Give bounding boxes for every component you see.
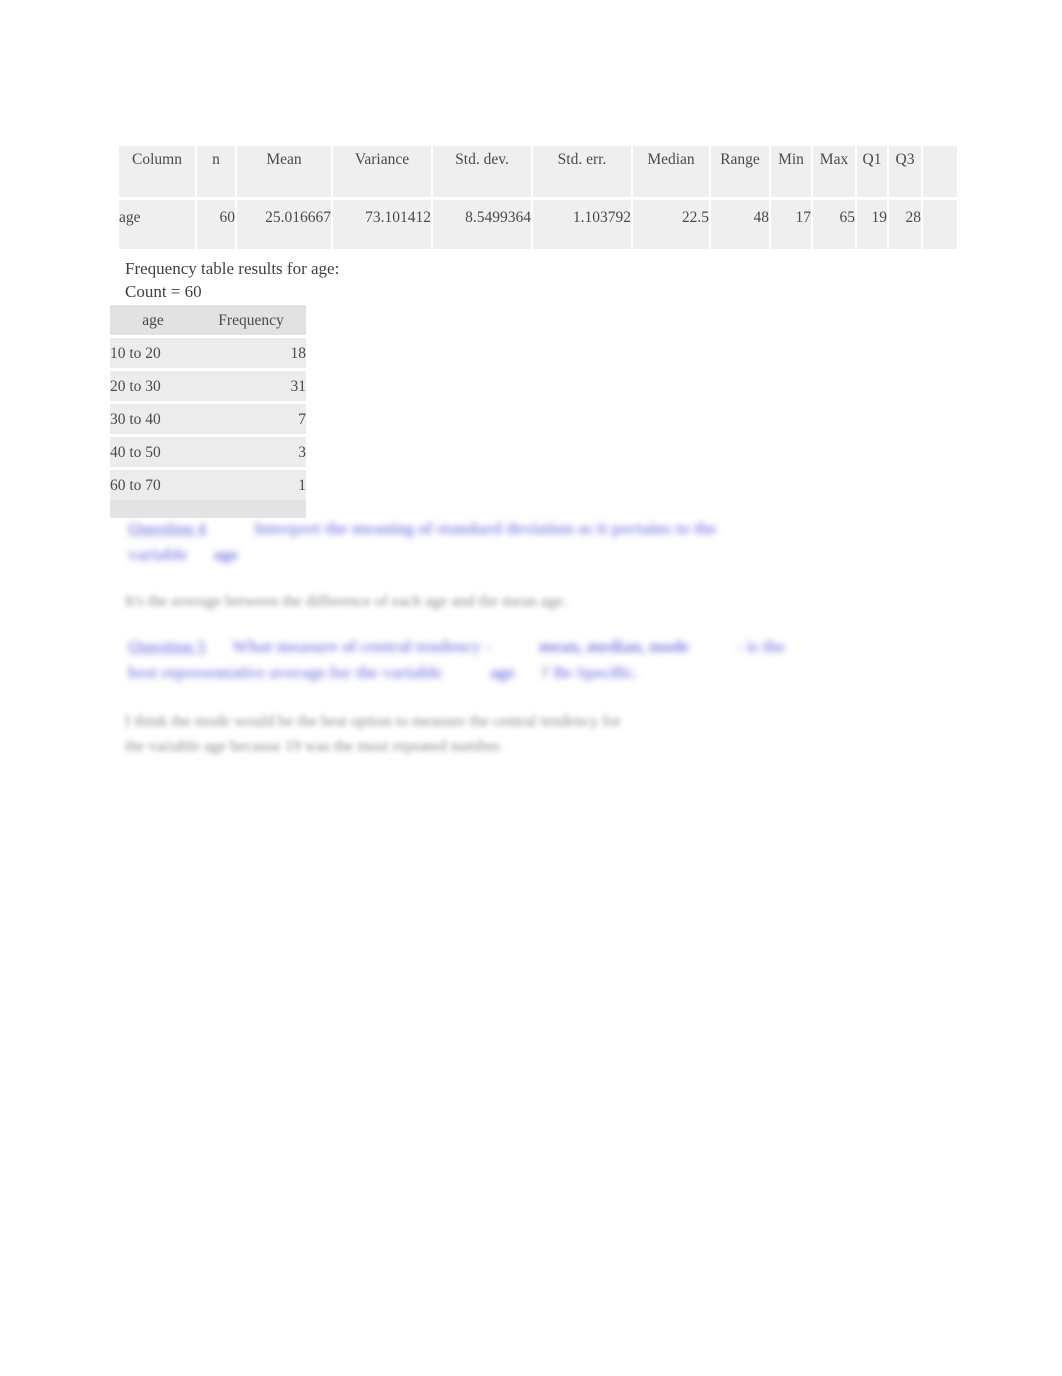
table-row: 10 to 20 18 xyxy=(110,335,306,370)
question-4-block: Question 4 Interpret the meaning of stand… xyxy=(128,516,888,568)
header-column: Column xyxy=(117,146,197,199)
header-extra xyxy=(921,146,959,199)
frequency-table: age Frequency 10 to 20 18 20 to 30 31 30… xyxy=(110,305,306,518)
question-4-label: Question 4 xyxy=(128,519,206,538)
cell-variance: 73.101412 xyxy=(331,197,433,249)
cell-max: 65 xyxy=(811,197,857,249)
cell-min: 17 xyxy=(769,197,813,249)
question-5-label: Question 5 xyxy=(128,637,206,656)
frequency-count-label: Count = 60 xyxy=(125,282,202,301)
table-row: age 60 25.016667 73.101412 8.5499364 1.1… xyxy=(117,197,959,249)
cell-column: age xyxy=(117,197,197,249)
header-variance: Variance xyxy=(331,146,433,199)
header-q3: Q3 xyxy=(887,146,923,199)
cell-median: 22.5 xyxy=(631,197,711,249)
cell-std-err: 1.103792 xyxy=(531,197,633,249)
cell-bin: 30 to 40 xyxy=(110,401,196,436)
question-5-variable: age xyxy=(489,663,515,682)
question-5-text-line4: best representative average for the vari… xyxy=(128,663,442,682)
header-frequency: Frequency xyxy=(196,305,306,337)
question-5-options: mean, median, mode xyxy=(538,637,689,656)
header-max: Max xyxy=(811,146,857,199)
header-range: Range xyxy=(709,146,771,199)
table-row: 40 to 50 3 xyxy=(110,434,306,469)
cell-q3: 28 xyxy=(887,197,923,249)
cell-frequency: 18 xyxy=(196,335,306,370)
question-5-variable-suffix: ? Be Specific. xyxy=(540,663,638,682)
answer-5-line2: the variable age because 19 was the most… xyxy=(125,738,503,755)
question-5-block: Question 5 What measure of central tenden… xyxy=(128,634,948,686)
cell-mean: 25.016667 xyxy=(235,197,333,249)
answer-5-text: I think the mode would be the best optio… xyxy=(125,709,805,759)
question-4-variable: age xyxy=(213,545,239,564)
question-5-text-line1: What measure of central tendency - xyxy=(231,637,491,656)
cell-bin: 10 to 20 xyxy=(110,335,196,370)
cell-q1: 19 xyxy=(855,197,889,249)
cell-frequency: 31 xyxy=(196,368,306,403)
table-row: 30 to 40 7 xyxy=(110,401,306,436)
cell-frequency: 1 xyxy=(196,467,306,500)
cell-range: 48 xyxy=(709,197,771,249)
cell-frequency: 3 xyxy=(196,434,306,469)
table-row: 60 to 70 1 xyxy=(110,467,306,500)
answer-5-line1: I think the mode would be the best optio… xyxy=(125,713,621,730)
header-q1: Q1 xyxy=(855,146,889,199)
cell-frequency: 7 xyxy=(196,401,306,436)
cell-std-dev: 8.5499364 xyxy=(431,197,533,249)
cell-bin: 60 to 70 xyxy=(110,467,196,500)
cell-bin: 20 to 30 xyxy=(110,368,196,403)
table-header-row: age Frequency xyxy=(110,305,306,337)
header-mean: Mean xyxy=(235,146,333,199)
question-5-text-line3: - is the xyxy=(737,637,786,656)
header-median: Median xyxy=(631,146,711,199)
header-age: age xyxy=(110,305,196,337)
question-4-text-line1: Interpret the meaning of standard deviat… xyxy=(253,519,717,538)
header-std-dev: Std. dev. xyxy=(431,146,533,199)
table-row: 20 to 30 31 xyxy=(110,368,306,403)
answer-4-text: It's the average between the difference … xyxy=(125,593,567,610)
question-4-text-line2: variable xyxy=(128,545,188,564)
header-n: n xyxy=(195,146,237,199)
table-header-row: Column n Mean Variance Std. dev. Std. er… xyxy=(117,146,959,199)
document-page: 3.)Summary statistics: Column n Mean Var… xyxy=(0,0,1062,1376)
summary-statistics-table: Column n Mean Variance Std. dev. Std. er… xyxy=(117,146,959,249)
frequency-table-title: Frequency table results for age: xyxy=(125,259,340,278)
cell-n: 60 xyxy=(195,197,237,249)
header-min: Min xyxy=(769,146,813,199)
header-std-err: Std. err. xyxy=(531,146,633,199)
cell-bin: 40 to 50 xyxy=(110,434,196,469)
cell-extra xyxy=(921,197,959,249)
